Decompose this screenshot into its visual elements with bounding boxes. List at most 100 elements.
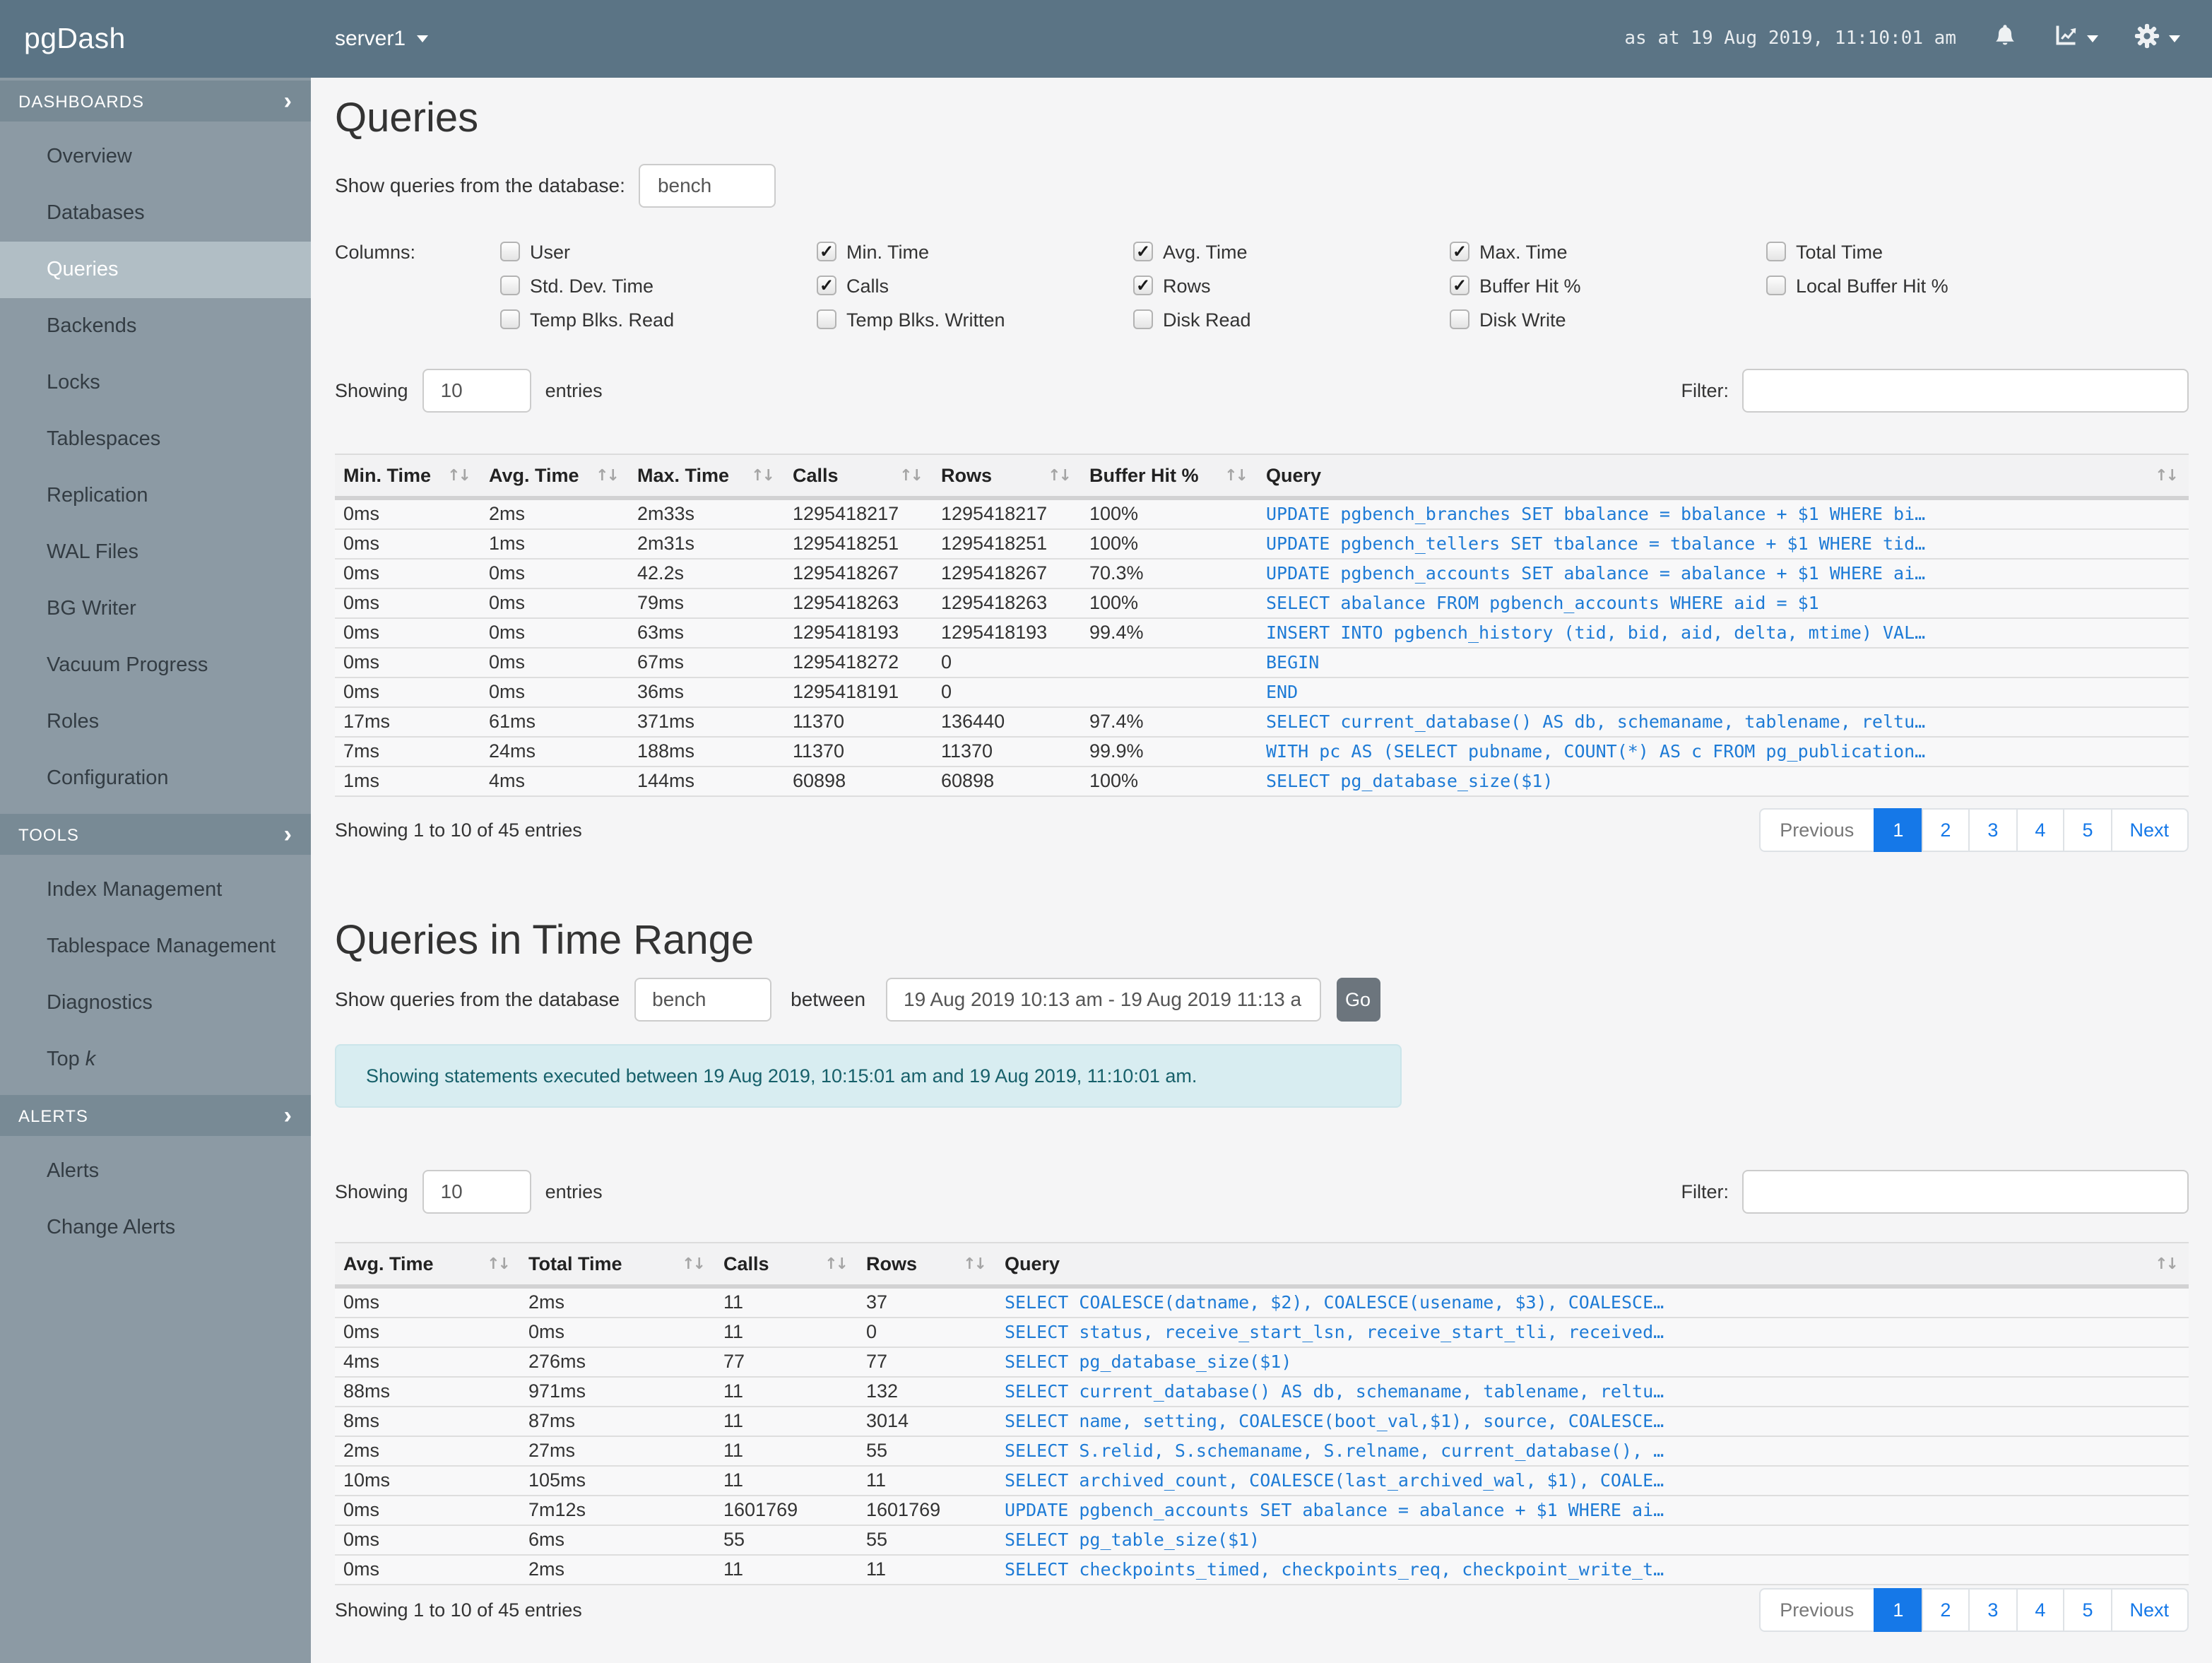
sidebar-item-backends[interactable]: Backends (0, 298, 311, 355)
filter-input-2[interactable] (1741, 1169, 2188, 1214)
sort-icon[interactable] (487, 1254, 509, 1272)
sidebar-item-diagnostics[interactable]: Diagnostics (0, 975, 311, 1031)
pagination-page-2[interactable]: 2 (1921, 1587, 1970, 1632)
filter-input[interactable] (1741, 368, 2188, 413)
sidebar-section-tools[interactable]: TOOLS › (0, 814, 311, 855)
query-link[interactable]: SELECT name, setting, COALESCE(boot_val,… (996, 1406, 2188, 1437)
column-checkbox-buffer-hit[interactable]: Buffer Hit % (1450, 276, 1766, 297)
sort-icon[interactable] (2155, 466, 2177, 485)
query-link[interactable]: UPDATE pgbench_accounts SET abalance = a… (996, 1495, 2188, 1526)
pagination-page-1[interactable]: 1 (1874, 1587, 1923, 1632)
column-checkbox-min-time[interactable]: Min. Time (817, 242, 1133, 263)
sidebar-item-top-k[interactable]: Top k (0, 1031, 311, 1088)
pagination-page-5[interactable]: 5 (2063, 807, 2112, 852)
sidebar-item-configuration[interactable]: Configuration (0, 750, 311, 807)
column-checkbox-temp-blks-read[interactable]: Temp Blks. Read (500, 309, 817, 331)
sidebar-item-overview[interactable]: Overview (0, 129, 311, 185)
col-header-calls[interactable]: Calls (784, 453, 933, 500)
sidebar-item-change-alerts[interactable]: Change Alerts (0, 1200, 311, 1256)
sidebar-item-alerts[interactable]: Alerts (0, 1143, 311, 1200)
pagination-page-3[interactable]: 3 (1968, 807, 2018, 852)
query-link[interactable]: UPDATE pgbench_accounts SET abalance = a… (1258, 558, 2188, 589)
date-range-input[interactable] (885, 977, 1321, 1022)
sort-icon[interactable] (682, 1254, 704, 1272)
col-header-rows[interactable]: Rows (858, 1241, 996, 1289)
col-header-total-time[interactable]: Total Time (520, 1241, 715, 1289)
query-link[interactable]: SELECT status, receive_start_lsn, receiv… (996, 1317, 2188, 1348)
query-link[interactable]: SELECT current_database() AS db, scheman… (1258, 706, 2188, 738)
sort-icon[interactable] (1048, 466, 1070, 485)
col-header-query[interactable]: Query (1258, 453, 2188, 500)
query-link[interactable]: UPDATE pgbench_tellers SET tbalance = tb… (1258, 528, 2188, 560)
col-header-calls[interactable]: Calls (715, 1241, 858, 1289)
database-input[interactable] (639, 163, 776, 208)
sort-icon[interactable] (1224, 466, 1246, 485)
sidebar-item-index-management[interactable]: Index Management (0, 862, 311, 918)
sidebar-item-databases[interactable]: Databases (0, 185, 311, 242)
sidebar-item-queries[interactable]: Queries (0, 242, 311, 298)
column-checkbox-user[interactable]: User (500, 242, 817, 263)
column-checkbox-avg-time[interactable]: Avg. Time (1133, 242, 1450, 263)
query-link[interactable]: SELECT pg_database_size($1) (996, 1347, 2188, 1378)
database-input-2[interactable] (634, 977, 771, 1022)
col-header-min-time[interactable]: Min. Time (335, 453, 480, 500)
query-link[interactable]: SELECT checkpoints_timed, checkpoints_re… (996, 1554, 2188, 1585)
pagination-previous[interactable]: Previous (1758, 1587, 1876, 1632)
sort-icon[interactable] (824, 1254, 846, 1272)
pagination-next[interactable]: Next (2110, 1587, 2188, 1632)
sort-icon[interactable] (751, 466, 773, 485)
query-link[interactable]: INSERT INTO pgbench_history (tid, bid, a… (1258, 617, 2188, 649)
column-checkbox-disk-write[interactable]: Disk Write (1450, 309, 1766, 331)
entries-count-input[interactable] (422, 368, 531, 413)
query-link[interactable]: SELECT pg_table_size($1) (996, 1525, 2188, 1556)
column-checkbox-rows[interactable]: Rows (1133, 276, 1450, 297)
pagination-page-4[interactable]: 4 (2016, 1587, 2065, 1632)
query-link[interactable]: END (1258, 677, 2188, 708)
pagination-page-1[interactable]: 1 (1874, 807, 1923, 852)
col-header-max-time[interactable]: Max. Time (629, 453, 784, 500)
query-link[interactable]: BEGIN (1258, 647, 2188, 678)
sidebar-item-roles[interactable]: Roles (0, 694, 311, 750)
sort-icon[interactable] (963, 1254, 985, 1272)
sidebar-item-tablespaces[interactable]: Tablespaces (0, 411, 311, 468)
query-link[interactable]: SELECT abalance FROM pgbench_accounts WH… (1258, 588, 2188, 619)
settings-menu-button[interactable] (2133, 22, 2180, 56)
go-button[interactable]: Go (1336, 977, 1380, 1022)
query-link[interactable]: SELECT COALESCE(datname, $2), COALESCE(u… (996, 1286, 2188, 1318)
sidebar-item-vacuum-progress[interactable]: Vacuum Progress (0, 637, 311, 694)
col-header-avg-time[interactable]: Avg. Time (335, 1241, 520, 1289)
entries-count-input-2[interactable] (422, 1169, 531, 1214)
notifications-button[interactable] (1992, 23, 2017, 55)
pagination-page-4[interactable]: 4 (2016, 807, 2065, 852)
charts-menu-button[interactable] (2052, 23, 2098, 55)
brand-logo[interactable]: pgDash (0, 22, 311, 56)
query-link[interactable]: SELECT current_database() AS db, scheman… (996, 1376, 2188, 1407)
column-checkbox-local-buffer-hit[interactable]: Local Buffer Hit % (1766, 276, 2083, 297)
query-link[interactable]: WITH pc AS (SELECT pubname, COUNT(*) AS … (1258, 736, 2188, 767)
sidebar-section-dashboards[interactable]: DASHBOARDS › (0, 81, 311, 122)
pagination-previous[interactable]: Previous (1758, 807, 1876, 852)
col-header-buffer-hit[interactable]: Buffer Hit % (1081, 453, 1258, 500)
sidebar-item-wal-files[interactable]: WAL Files (0, 524, 311, 581)
col-header-avg-time[interactable]: Avg. Time (480, 453, 629, 500)
column-checkbox-calls[interactable]: Calls (817, 276, 1133, 297)
pagination-next[interactable]: Next (2110, 807, 2188, 852)
sort-icon[interactable] (596, 466, 617, 485)
sort-icon[interactable] (2155, 1254, 2177, 1272)
col-header-rows[interactable]: Rows (933, 453, 1081, 500)
column-checkbox-disk-read[interactable]: Disk Read (1133, 309, 1450, 331)
query-link[interactable]: SELECT archived_count, COALESCE(last_arc… (996, 1465, 2188, 1496)
pagination-page-2[interactable]: 2 (1921, 807, 1970, 852)
sidebar-item-replication[interactable]: Replication (0, 468, 311, 524)
server-selector[interactable]: server1 (335, 27, 429, 51)
sidebar-item-bg-writer[interactable]: BG Writer (0, 581, 311, 637)
col-header-query[interactable]: Query (996, 1241, 2188, 1289)
query-link[interactable]: SELECT pg_database_size($1) (1258, 766, 2188, 797)
column-checkbox-std-dev-time[interactable]: Std. Dev. Time (500, 276, 817, 297)
query-link[interactable]: SELECT S.relid, S.schemaname, S.relname,… (996, 1436, 2188, 1467)
sort-icon[interactable] (447, 466, 469, 485)
column-checkbox-total-time[interactable]: Total Time (1766, 242, 2083, 263)
sort-icon[interactable] (899, 466, 921, 485)
pagination-page-3[interactable]: 3 (1968, 1587, 2018, 1632)
column-checkbox-temp-blks-written[interactable]: Temp Blks. Written (817, 309, 1133, 331)
